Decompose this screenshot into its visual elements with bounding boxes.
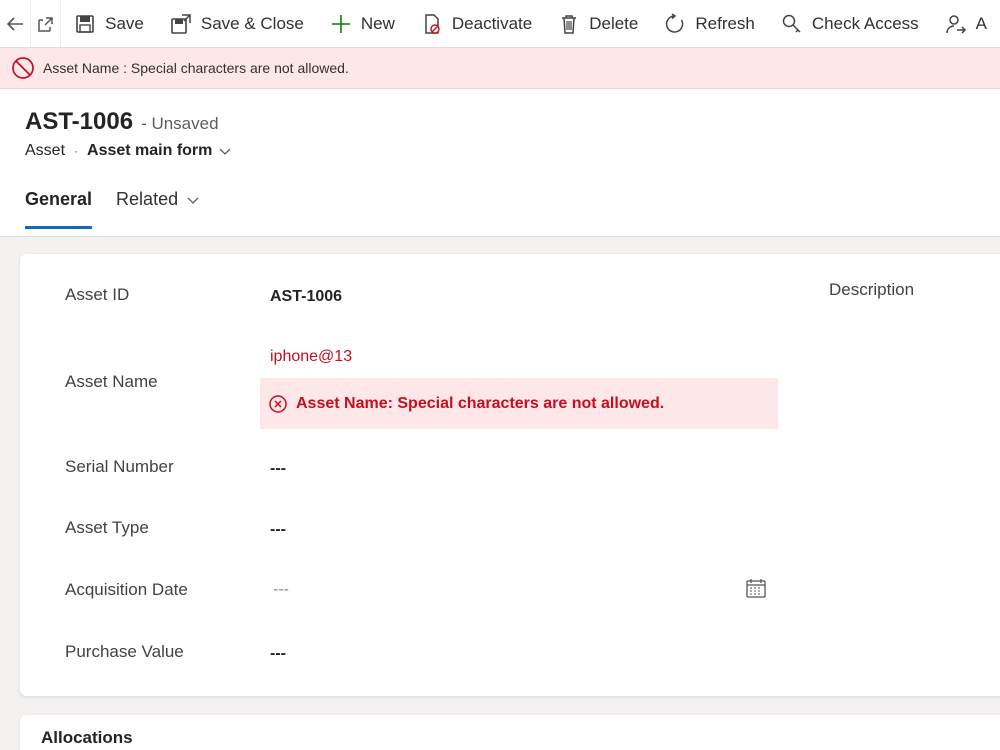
purchase-value-field[interactable]: --- [270,645,286,663]
deactivate-icon [421,13,443,35]
record-title: AST-1006 [25,108,134,135]
asset-name-label: Asset Name [65,372,158,391]
error-notification-bar: Asset Name : Special characters are not … [0,48,1000,89]
check-access-button[interactable]: Check Access [768,0,932,47]
tab-related-label: Related [116,189,179,209]
new-label: New [360,13,395,33]
tab-list: General Related [25,189,224,229]
open-in-new-window-icon[interactable] [30,0,62,47]
refresh-icon [664,12,686,35]
title-row: AST-1006 - Unsaved [25,108,219,136]
deactivate-button[interactable]: Deactivate [408,0,545,47]
plus-icon [330,13,352,35]
notification-text[interactable]: Asset Name : Special characters are not … [43,60,349,76]
asset-id-field[interactable]: AST-1006 [270,288,342,306]
trash-icon [558,13,580,35]
save-button[interactable]: Save [61,0,157,47]
separator: · [74,144,79,158]
check-access-label: Check Access [811,13,919,33]
record-header: AST-1006 - Unsaved Asset · Asset main fo… [0,89,1000,237]
delete-label: Delete [589,13,639,33]
description-label: Description [829,280,915,299]
error-circle-icon [268,394,288,414]
asset-name-error: Asset Name: Special characters are not a… [260,378,778,429]
save-icon [74,13,96,35]
asset-type-label: Asset Type [65,518,149,537]
save-and-close-button[interactable]: Save & Close [157,0,317,47]
command-bar: Save Save & Close New Deactivate Delete … [0,0,1000,48]
unsaved-status: - Unsaved [141,114,219,133]
asset-type-field[interactable]: --- [270,521,286,539]
general-section: Asset ID AST-1006 Asset Name iphone@13 A… [20,254,1000,696]
blocked-icon [11,56,35,80]
allocations-title: Allocations [41,728,133,747]
tab-related[interactable]: Related [116,189,200,229]
save-close-icon [170,13,192,35]
calendar-icon[interactable] [745,577,767,599]
tab-general-label: General [25,189,93,209]
purchase-value-label: Purchase Value [65,642,184,661]
key-search-icon [781,13,803,35]
allocations-section: Allocations [20,715,1000,750]
entity-name: Asset [25,142,66,159]
serial-number-label: Serial Number [65,457,174,476]
person-arrow-icon [945,13,967,35]
save-close-label: Save & Close [200,13,304,33]
asset-id-label: Asset ID [65,285,130,304]
refresh-button[interactable]: Refresh [651,0,768,47]
new-button[interactable]: New [317,0,408,47]
delete-button[interactable]: Delete [545,0,651,47]
asset-name-field[interactable]: iphone@13 [270,348,352,366]
assign-label-truncated: A [975,13,987,33]
serial-number-field[interactable]: --- [270,460,286,478]
asset-name-error-text: Asset Name: Special characters are not a… [296,394,665,412]
form-selector[interactable]: Asset main form [87,142,212,160]
acquisition-date-field[interactable]: --- [273,581,289,599]
chevron-down-icon[interactable] [218,144,232,158]
breadcrumb: Asset · Asset main form [25,142,232,160]
refresh-label: Refresh [695,13,755,33]
chevron-down-icon [186,193,200,207]
save-label: Save [105,13,144,33]
back-icon[interactable] [0,0,30,47]
tab-general[interactable]: General [25,189,93,229]
deactivate-label: Deactivate [451,13,533,33]
assign-button[interactable]: A [932,0,1000,47]
acquisition-date-label: Acquisition Date [65,580,188,599]
